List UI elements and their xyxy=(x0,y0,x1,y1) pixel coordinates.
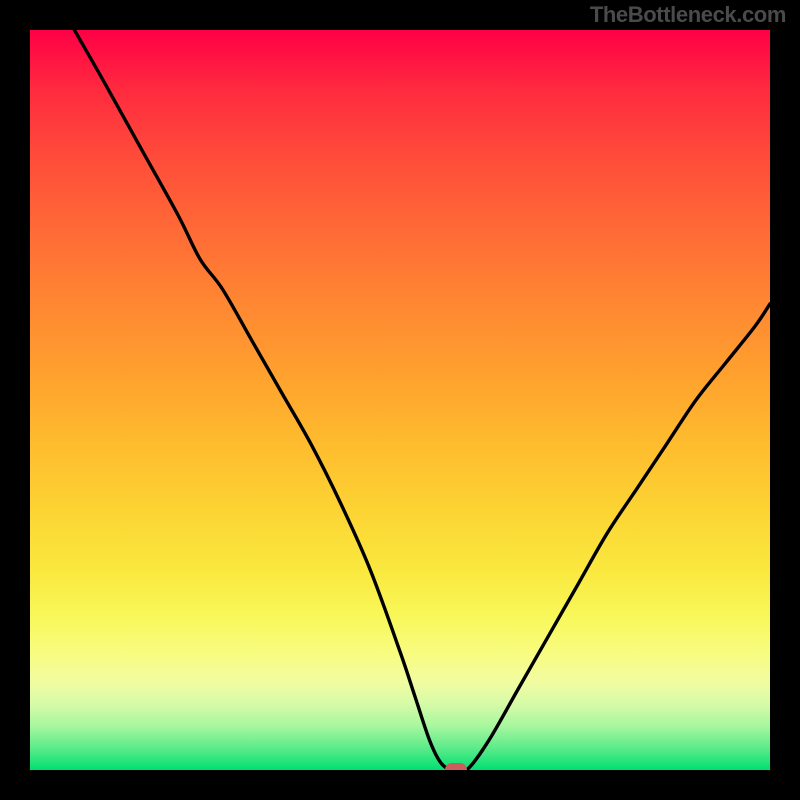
bottleneck-curve-path xyxy=(74,30,770,770)
plot-area xyxy=(30,30,770,770)
attribution-text: TheBottleneck.com xyxy=(590,2,786,28)
chart-frame: TheBottleneck.com xyxy=(0,0,800,800)
optimum-marker xyxy=(445,763,467,770)
curve-svg xyxy=(30,30,770,770)
